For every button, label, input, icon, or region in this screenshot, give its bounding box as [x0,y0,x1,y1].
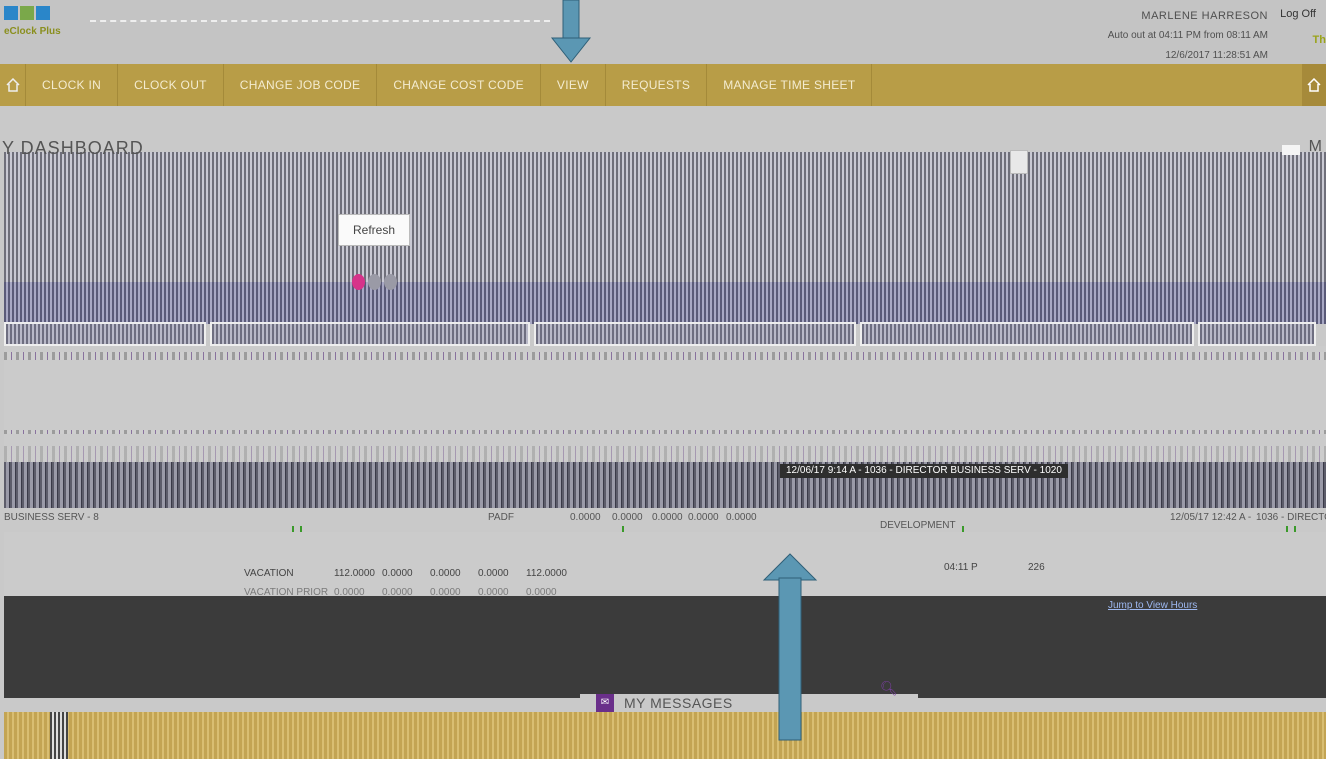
down-arrow-icon [550,0,592,63]
loading-dot-1 [352,274,365,290]
header-accent-text: Th [1312,34,1326,46]
header-divider [90,20,550,22]
logo-square-green [20,6,34,20]
leave-name: VACATION [244,568,294,579]
main-navbar: CLOCK IN CLOCK OUT CHANGE JOB CODE CHANG… [0,64,1326,106]
logo-squares [4,6,68,20]
widget-tab-3[interactable] [534,322,856,346]
activity-right: 12/05/17 12:42 A - [1170,512,1252,523]
home-icon[interactable] [0,64,26,106]
user-info: MARLENE HARRESON Auto out at 04:11 PM fr… [1108,6,1268,66]
activity-value-3: 0.0000 [652,512,683,523]
activity-far-right: 1036 - DIRECTOR [1256,512,1326,523]
activity-code: PADF [488,512,514,523]
nav-change-cost-code[interactable]: CHANGE COST CODE [377,64,541,106]
widget-content [4,346,1326,462]
logo-square-blue-2 [36,6,50,20]
logoff-link[interactable]: Log Off [1280,8,1316,20]
search-icon[interactable]: 🔍︎ [880,680,898,697]
activity-value-4: 0.0000 [688,512,719,523]
loading-indicator [352,274,397,290]
my-messages-label: MY MESSAGES [624,695,733,711]
dashboard-panel-lower [4,282,1326,324]
leave-value: 0.0000 [382,568,413,579]
info-box [1010,150,1028,174]
page-title: Y DASHBOARD [2,138,144,158]
hours-panel [4,596,1326,698]
leave-value: 112.0000 [334,568,375,579]
logo-text: eClock Plus [4,26,61,37]
dashboard-right-title: M [1308,138,1322,155]
clock-time: 04:11 P [944,562,978,573]
nav-clock-in[interactable]: CLOCK IN [26,64,119,106]
widget-header-row [4,352,1326,360]
messages-icon: ✉ [596,694,614,712]
loading-dot-3 [384,274,397,290]
footer-bar [4,712,1326,759]
panel-toggle[interactable] [1282,145,1300,155]
activity-value-2: 0.0000 [612,512,643,523]
widget-tabs [4,322,1326,346]
my-messages-header[interactable]: ✉ MY MESSAGES [580,694,918,712]
leave-value: 0.0000 [430,568,461,579]
leave-value: 112.0000 [526,568,567,579]
leave-value: 0.0000 [478,568,509,579]
activity-mid: DEVELOPMENT [880,520,956,531]
jump-to-view-hours-link[interactable]: Jump to View Hours [1108,600,1197,611]
auto-out-text: Auto out at 04:11 PM from 08:11 AM [1107,30,1268,41]
nav-view[interactable]: VIEW [541,64,606,106]
activity-strip: 12/06/17 9:14 A - 1036 - DIRECTOR BUSINE… [4,462,1326,508]
hours-table: VACATION 112.0000 0.0000 0.0000 0.0000 1… [4,532,1326,598]
widget-tab-1[interactable] [4,322,206,346]
app-header: eClock Plus MARLENE HARRESON Auto out at… [0,0,1326,64]
clock-number: 226 [1028,562,1045,573]
widget-tab-2[interactable] [210,322,530,346]
nav-change-job-code[interactable]: CHANGE JOB CODE [224,64,378,106]
widget-marker-row [4,446,1326,462]
app-logo[interactable]: eClock Plus [4,6,68,56]
home-icon-right[interactable] [1302,64,1326,106]
activity-row: BUSINESS SERV - 8 PADF 0.0000 0.0000 0.0… [4,508,1326,532]
table-row: VACATION 112.0000 0.0000 0.0000 0.0000 1… [244,568,574,579]
current-datetime: 12/6/2017 11:28:51 AM [1165,50,1268,61]
widget-content-row [4,430,1326,434]
refresh-button[interactable]: Refresh [338,214,410,246]
activity-value-5: 0.0000 [726,512,757,523]
activity-left: BUSINESS SERV - 8 [4,512,99,523]
widget-tab-5[interactable] [1198,322,1316,346]
activity-value-1: 0.0000 [570,512,601,523]
footer-divider [50,712,68,759]
user-name: MARLENE HARRESON [1141,10,1268,22]
widget-tab-4[interactable] [860,322,1194,346]
up-arrow-icon [762,553,818,741]
logo-square-blue [4,6,18,20]
nav-manage-time-sheet[interactable]: MANAGE TIME SHEET [707,64,873,106]
nav-clock-out[interactable]: CLOCK OUT [118,64,224,106]
activity-chip: 12/06/17 9:14 A - 1036 - DIRECTOR BUSINE… [780,464,1068,478]
nav-requests[interactable]: REQUESTS [606,64,708,106]
loading-dot-2 [368,274,381,290]
